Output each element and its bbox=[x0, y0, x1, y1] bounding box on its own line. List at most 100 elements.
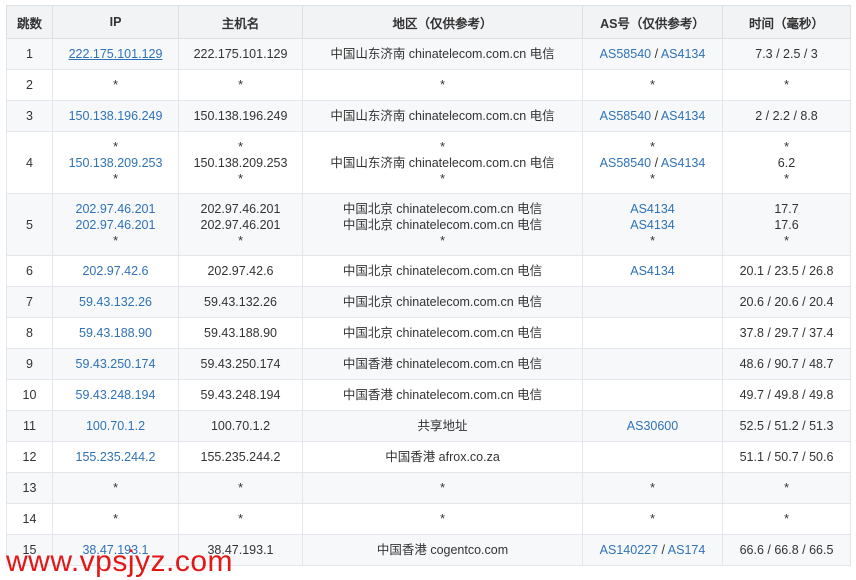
asn-line: AS4134 bbox=[587, 217, 718, 233]
asn-link[interactable]: AS30600 bbox=[627, 419, 678, 433]
asn-link[interactable]: AS4134 bbox=[630, 264, 674, 278]
time-text: * bbox=[784, 139, 789, 154]
ip-cell: * bbox=[52, 503, 179, 535]
region-text: 中国北京 chinatelecom.com.cn 电信 bbox=[342, 264, 543, 278]
table-row: 4 * 150.138.209.253 * * 150.138.209.253 * * 中国山东… bbox=[6, 131, 851, 194]
region-cell: 中国山东济南 chinatelecom.com.cn 电信 bbox=[302, 38, 583, 70]
ip-link[interactable]: 100.70.1.2 bbox=[57, 418, 174, 434]
asn-line: AS4134 bbox=[587, 263, 718, 279]
ip-link[interactable]: 155.235.244.2 bbox=[57, 449, 174, 465]
asn-separator: / bbox=[651, 109, 661, 123]
hostname-cell: 155.235.244.2 bbox=[178, 441, 303, 473]
time-text: 52.5 / 51.2 / 51.3 bbox=[739, 419, 834, 433]
time-text: 17.7 bbox=[774, 201, 799, 216]
ip-cell: 100.70.1.2 bbox=[52, 410, 179, 442]
watermark-text: www.vpsjyz.com bbox=[6, 545, 234, 578]
time-text: 51.1 / 50.7 / 50.6 bbox=[739, 450, 834, 464]
ip-link[interactable]: 222.175.101.129 bbox=[57, 46, 174, 62]
hostname-cell: 59.43.188.90 bbox=[178, 317, 303, 349]
asn-line: * bbox=[587, 480, 718, 496]
hop-cell: 3 bbox=[6, 100, 53, 132]
asn-line: AS58540 / AS4134 bbox=[587, 46, 718, 62]
region-text: 中国香港 chinatelecom.com.cn 电信 bbox=[342, 388, 543, 402]
asn-link[interactable]: AS58540 bbox=[600, 47, 651, 61]
asn-link[interactable]: AS140227 bbox=[600, 543, 658, 557]
region-cell: * bbox=[302, 69, 583, 101]
asn-link[interactable]: AS4134 bbox=[661, 156, 705, 170]
asn-cell: AS4134 bbox=[582, 255, 723, 287]
hop-cell: 5 bbox=[6, 193, 53, 256]
region-text: 中国北京 chinatelecom.com.cn 电信 bbox=[342, 201, 543, 216]
table-row: 10 59.43.248.194 59.43.248.194 中国香港 chinate… bbox=[6, 379, 851, 411]
time-text: 7.3 / 2.5 / 3 bbox=[755, 47, 818, 61]
time-cell: 2 / 2.2 / 8.8 bbox=[722, 100, 851, 132]
asn-cell: AS4134 AS4134 * bbox=[582, 193, 723, 256]
table-row: 14 * * * * * bbox=[6, 503, 851, 535]
ip-link[interactable]: 202.97.46.201 bbox=[57, 201, 174, 217]
ip-link[interactable]: 202.97.42.6 bbox=[57, 263, 174, 279]
region-cell: 中国北京 chinatelecom.com.cn 电信 bbox=[302, 317, 583, 349]
time-text: * bbox=[784, 481, 789, 495]
hostname-cell: 59.43.250.174 bbox=[178, 348, 303, 380]
asn-line: AS58540 / AS4134 bbox=[587, 155, 718, 171]
time-cell: 52.5 / 51.2 / 51.3 bbox=[722, 410, 851, 442]
ip-link[interactable]: 59.43.250.174 bbox=[57, 356, 174, 372]
asn-link[interactable]: AS58540 bbox=[600, 109, 651, 123]
table-row: 13 * * * * * bbox=[6, 472, 851, 504]
asn-link[interactable]: AS4134 bbox=[661, 109, 705, 123]
region-text: * bbox=[440, 139, 445, 154]
asn-line: AS4134 bbox=[587, 201, 718, 217]
ip-cell: 202.97.46.201 202.97.46.201 * bbox=[52, 193, 179, 256]
hop-cell: 8 bbox=[6, 317, 53, 349]
region-text: * bbox=[440, 171, 445, 186]
ip-link[interactable]: 59.43.188.90 bbox=[57, 325, 174, 341]
ip-cell: * 150.138.209.253 * bbox=[52, 131, 179, 194]
asn-link[interactable]: AS4134 bbox=[661, 47, 705, 61]
ip-link[interactable]: 202.97.46.201 bbox=[57, 217, 174, 233]
header-hostname: 主机名 bbox=[178, 5, 303, 39]
ip-cell: 59.43.248.194 bbox=[52, 379, 179, 411]
ip-cell: 150.138.196.249 bbox=[52, 100, 179, 132]
ip-cell: 59.43.188.90 bbox=[52, 317, 179, 349]
table-row: 8 59.43.188.90 59.43.188.90 中国北京 chinatelec… bbox=[6, 317, 851, 349]
time-cell: * bbox=[722, 503, 851, 535]
hostname-cell: * bbox=[178, 503, 303, 535]
time-text: 17.6 bbox=[774, 217, 799, 232]
time-text: * bbox=[784, 512, 789, 526]
region-text: 中国山东济南 chinatelecom.com.cn 电信 bbox=[330, 155, 555, 170]
asn-separator: / bbox=[651, 47, 661, 61]
asn-separator: / bbox=[651, 155, 661, 170]
asn-unknown: * bbox=[650, 512, 655, 526]
ip-link[interactable]: 150.138.209.253 bbox=[57, 155, 174, 171]
region-text: 中国香港 chinatelecom.com.cn 电信 bbox=[342, 357, 543, 371]
time-text: * bbox=[784, 171, 789, 186]
asn-cell bbox=[582, 379, 723, 411]
table-row: 1 222.175.101.129 222.175.101.129 中国山东济南 ch… bbox=[6, 38, 851, 70]
header-time: 时间（毫秒） bbox=[722, 5, 851, 39]
hop-cell: 4 bbox=[6, 131, 53, 194]
hop-cell: 12 bbox=[6, 441, 53, 473]
asn-unknown: * bbox=[650, 139, 655, 154]
asn-cell bbox=[582, 317, 723, 349]
asn-unknown: * bbox=[650, 233, 655, 248]
asn-link[interactable]: AS174 bbox=[668, 543, 706, 557]
asn-line: * bbox=[587, 171, 718, 187]
ip-link[interactable]: 59.43.248.194 bbox=[57, 387, 174, 403]
ip-link[interactable]: 150.138.196.249 bbox=[57, 108, 174, 124]
hop-cell: 14 bbox=[6, 503, 53, 535]
region-text: * bbox=[440, 512, 445, 526]
ip-link[interactable]: 59.43.132.26 bbox=[57, 294, 174, 310]
hostname-text: 202.97.46.201 bbox=[200, 217, 281, 232]
ip-cell: * bbox=[52, 472, 179, 504]
time-cell: 37.8 / 29.7 / 37.4 bbox=[722, 317, 851, 349]
hop-cell: 2 bbox=[6, 69, 53, 101]
region-text: 中国北京 chinatelecom.com.cn 电信 bbox=[342, 217, 543, 232]
time-cell: 66.6 / 66.8 / 66.5 bbox=[722, 534, 851, 566]
hostname-text: 100.70.1.2 bbox=[210, 419, 271, 433]
asn-link[interactable]: AS4134 bbox=[630, 218, 674, 232]
asn-link[interactable]: AS58540 bbox=[600, 156, 651, 170]
asn-line: * bbox=[587, 77, 718, 93]
asn-link[interactable]: AS4134 bbox=[630, 202, 674, 216]
ip-unknown: * bbox=[113, 78, 118, 92]
time-text: 48.6 / 90.7 / 48.7 bbox=[739, 357, 834, 371]
